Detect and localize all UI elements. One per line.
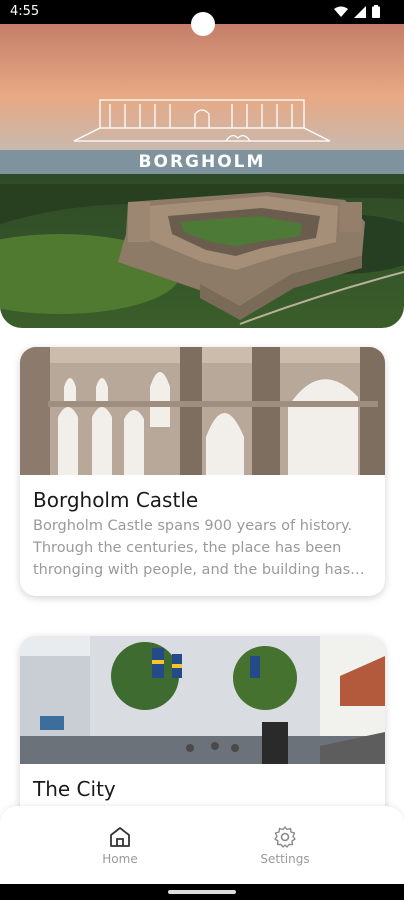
hero-image — [0, 24, 404, 328]
nav-label-home: Home — [102, 852, 138, 866]
gear-icon — [274, 826, 296, 848]
card-title: The City — [33, 777, 116, 801]
card-borgholm-castle[interactable]: Borgholm Castle Borgholm Castle spans 90… — [20, 347, 385, 596]
signal-icon — [354, 5, 366, 18]
status-icons — [334, 5, 380, 18]
battery-icon — [372, 5, 380, 18]
nav-item-home[interactable]: Home — [80, 824, 160, 866]
hero-logo-text: BORGHOLM — [138, 152, 266, 172]
gesture-area — [0, 884, 404, 900]
wifi-icon — [334, 6, 348, 17]
bottom-navigation: Home Settings — [0, 806, 404, 884]
status-time: 4:55 — [10, 4, 40, 19]
card-title: Borgholm Castle — [33, 488, 199, 512]
camera-cutout — [191, 12, 215, 36]
card-image-castle-ruins — [20, 347, 385, 475]
nav-label-settings: Settings — [260, 852, 310, 866]
card-image-city-street — [20, 636, 385, 764]
gesture-handle[interactable] — [168, 890, 236, 894]
hero-banner: BORGHOLM — [0, 24, 404, 328]
card-description: Borgholm Castle spans 900 years of histo… — [33, 518, 365, 578]
nav-item-settings[interactable]: Settings — [245, 824, 325, 866]
app-screen: 4:55 BORGHOLM Borgholm Castle Borgholm C… — [0, 0, 404, 900]
home-icon — [110, 827, 130, 847]
